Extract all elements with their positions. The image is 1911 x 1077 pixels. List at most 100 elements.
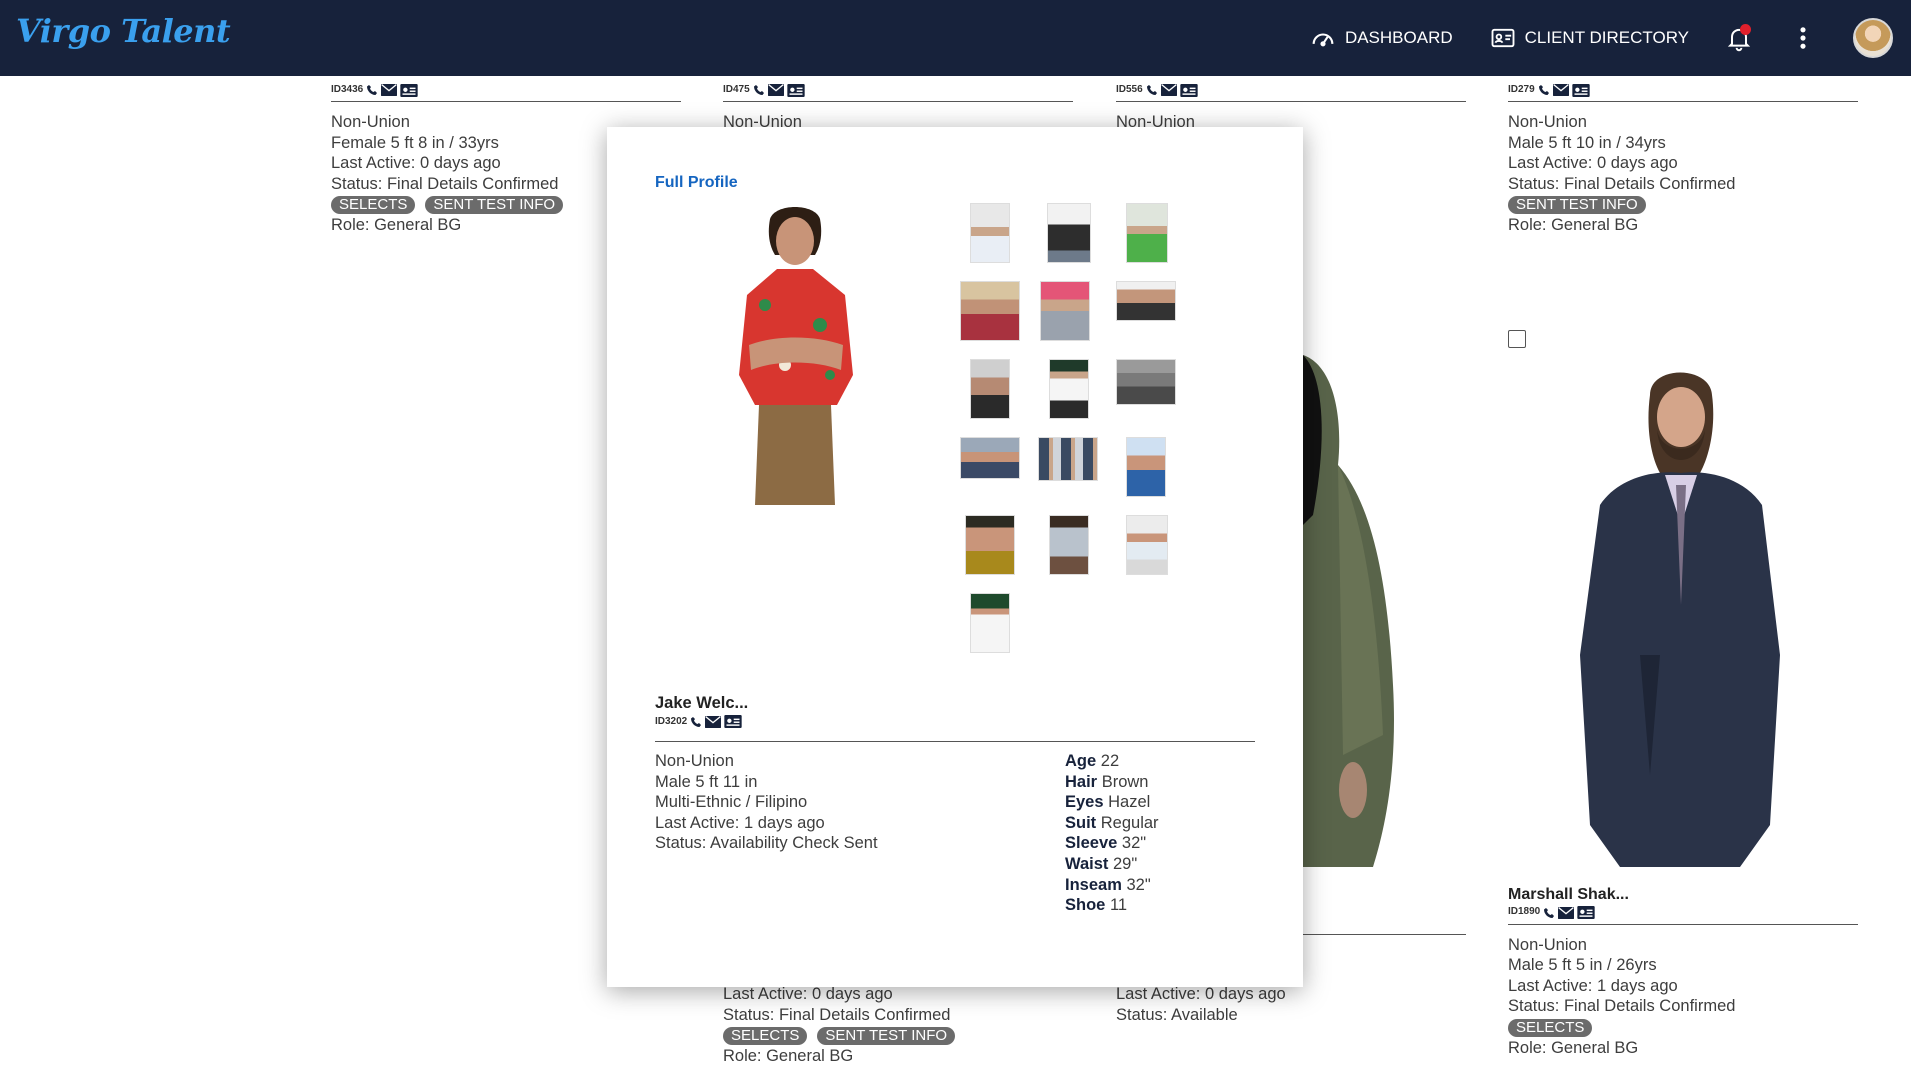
nav-dashboard-label: DASHBOARD <box>1344 28 1453 47</box>
phone-icon[interactable] <box>366 84 378 96</box>
talent-preview-modal: Full Profile Jake Welc... ID3202 Non-Uni… <box>607 127 1303 987</box>
hair-row: Hair Brown <box>1065 772 1159 793</box>
gallery-thumbnail[interactable] <box>1116 359 1176 405</box>
id-card-icon[interactable] <box>724 715 742 728</box>
talent-id: ID1890 <box>1508 906 1541 918</box>
talent-id-row: ID279 <box>1508 83 1858 97</box>
talent-id-row: ID3202 <box>655 715 742 728</box>
notification-badge <box>1740 24 1751 35</box>
id-card-icon[interactable] <box>1577 906 1595 920</box>
phone-icon[interactable] <box>1146 84 1158 96</box>
age-value: 22 <box>1100 752 1120 770</box>
age-row: Age 22 <box>1065 751 1159 772</box>
gallery-thumbnail[interactable] <box>970 203 1010 263</box>
tag-row: SENT TEST INFO <box>1508 194 1858 215</box>
shoe-label: Shoe <box>1065 896 1106 915</box>
last-active: Last Active: 1 days ago <box>655 813 825 832</box>
nav-menu: DASHBOARD CLIENT DIRECTORY <box>1309 0 1911 76</box>
phone-icon[interactable] <box>1543 907 1555 919</box>
email-icon[interactable] <box>381 84 398 96</box>
union-status: Non-Union <box>655 752 734 770</box>
talent-photo[interactable] <box>1303 355 1443 867</box>
talent-id-row: ID3436 <box>331 83 681 97</box>
gallery-thumbnail[interactable] <box>1126 515 1168 575</box>
booking-status: Status: Availability Check Sent <box>655 834 878 853</box>
talent-id: ID3436 <box>331 83 364 95</box>
booking-status: Status: Final Details Confirmed <box>1508 174 1736 193</box>
booking-status: Status: Final Details Confirmed <box>1508 997 1736 1016</box>
inseam-label: Inseam <box>1065 875 1122 894</box>
gallery-thumbnail[interactable] <box>1038 437 1098 481</box>
eyes-label: Eyes <box>1065 793 1104 812</box>
talent-id: ID556 <box>1116 83 1143 95</box>
phone-icon[interactable] <box>753 84 765 96</box>
email-icon[interactable] <box>767 84 784 96</box>
select-checkbox[interactable] <box>1508 330 1526 348</box>
gallery-thumbnail[interactable] <box>970 593 1010 653</box>
vertical-dots-icon <box>1800 27 1806 49</box>
gallery-thumbnail[interactable] <box>1126 203 1168 263</box>
gender-height-age: Male 5 ft 10 in / 34yrs <box>1508 133 1666 152</box>
talent-details: Non-Union Male 5 ft 11 in Multi-Ethnic /… <box>655 751 878 854</box>
id-card-icon[interactable] <box>400 83 418 97</box>
notifications-button[interactable] <box>1725 24 1753 52</box>
user-avatar[interactable] <box>1853 18 1893 58</box>
main-headshot[interactable] <box>725 205 865 505</box>
hair-value: Brown <box>1101 772 1149 791</box>
gallery-thumbnail[interactable] <box>1126 437 1166 497</box>
role: Role: General BG <box>1508 215 1639 234</box>
gallery-thumbnail[interactable] <box>960 437 1020 479</box>
gallery-thumbnail[interactable] <box>970 359 1010 419</box>
gallery-thumbnail[interactable] <box>1049 359 1089 419</box>
id-card-icon[interactable] <box>1180 83 1198 97</box>
gallery-thumbnail[interactable] <box>1047 203 1091 263</box>
suit-value: Regular <box>1100 813 1159 832</box>
union-status: Non-Union <box>1508 935 1587 954</box>
talent-card: ID279 Non-Union Male 5 ft 10 in / 34yrs … <box>1508 83 1858 236</box>
talent-name[interactable]: Jake Welc... <box>655 694 748 713</box>
phone-icon[interactable] <box>690 716 702 728</box>
id-card-icon[interactable] <box>1572 83 1590 97</box>
tag-sent-test-info: SENT TEST INFO <box>425 196 564 215</box>
talent-measurements: Age 22 Hair Brown Eyes Hazel Suit Regula… <box>1065 751 1159 916</box>
gallery-thumbnail[interactable] <box>1040 281 1090 341</box>
shoe-value: 11 <box>1109 896 1128 915</box>
nav-dashboard[interactable]: DASHBOARD <box>1309 24 1453 52</box>
talent-name[interactable]: Marshall Shak... <box>1508 885 1858 906</box>
gallery-thumbnail[interactable] <box>960 281 1020 341</box>
gallery-thumbnail[interactable] <box>1049 515 1089 575</box>
contact-card-icon <box>1491 28 1515 48</box>
full-profile-link[interactable]: Full Profile <box>655 174 738 192</box>
hair-label: Hair <box>1065 772 1098 791</box>
role: Role: General BG <box>723 1046 854 1065</box>
id-card-icon[interactable] <box>787 83 805 97</box>
gallery-thumbnail[interactable] <box>1116 281 1176 321</box>
talent-card: ID475 Non-Union <box>723 83 1073 133</box>
sleeve-row: Sleeve 32" <box>1065 833 1159 854</box>
email-icon[interactable] <box>1160 84 1177 96</box>
email-icon[interactable] <box>1552 84 1569 96</box>
more-options-button[interactable] <box>1789 24 1817 52</box>
nav-client-directory-label: CLIENT DIRECTORY <box>1524 28 1689 47</box>
tag-sent-test-info: SENT TEST INFO <box>1508 196 1646 215</box>
phone-icon[interactable] <box>1538 84 1550 96</box>
brand-logo[interactable]: Virgo Talent <box>16 12 231 50</box>
tag-selects: SELECTS <box>1508 1018 1593 1037</box>
last-active: Last Active: 1 days ago <box>1508 976 1678 995</box>
talent-photo[interactable] <box>1540 355 1820 867</box>
tag-sent-test-info: SENT TEST INFO <box>817 1027 956 1046</box>
talent-id: ID3202 <box>655 716 688 727</box>
email-icon[interactable] <box>1558 906 1575 919</box>
divider <box>1508 101 1858 102</box>
tag-row: SELECTS <box>1508 1017 1858 1038</box>
email-icon[interactable] <box>705 715 722 728</box>
talent-card: ID556 Non-Union <box>1116 83 1466 133</box>
gallery-thumbnail[interactable] <box>965 515 1015 575</box>
booking-status: Status: Available <box>1116 1005 1238 1024</box>
divider <box>655 741 1255 742</box>
talent-card: Marshall Shak... ID1890 Non-Union Male 5… <box>1508 885 1858 1058</box>
nav-client-directory[interactable]: CLIENT DIRECTORY <box>1489 24 1689 52</box>
last-active: Last Active: 0 days ago <box>723 985 893 1003</box>
talent-id-row: ID556 <box>1116 83 1466 97</box>
waist-label: Waist <box>1065 854 1109 873</box>
